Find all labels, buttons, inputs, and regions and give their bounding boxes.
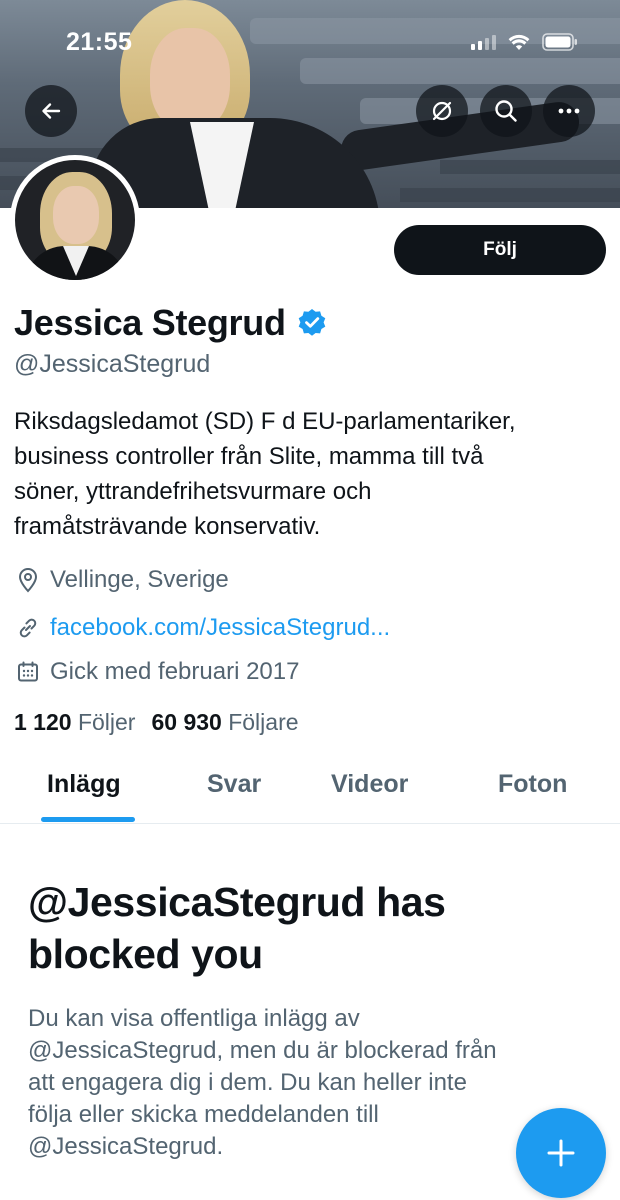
following-label: Följer bbox=[77, 709, 136, 735]
tabs-divider bbox=[0, 823, 620, 824]
back-button[interactable] bbox=[25, 85, 77, 137]
blocked-text-line: @JessicaStegrud, men du är blockerad frå… bbox=[28, 1037, 497, 1064]
search-button[interactable] bbox=[480, 85, 532, 137]
status-icons bbox=[471, 33, 578, 51]
location-row: Vellinge, Sverige bbox=[16, 566, 229, 594]
following-count: 1 120 bbox=[14, 709, 72, 735]
more-button[interactable] bbox=[543, 85, 595, 137]
blocked-title-line: @JessicaStegrud has bbox=[28, 879, 446, 925]
bio-line: framåtsträvande konservativ. bbox=[14, 513, 321, 540]
signal-icon bbox=[471, 34, 496, 50]
search-icon bbox=[495, 100, 517, 122]
joined-row: Gick med februari 2017 bbox=[16, 658, 299, 686]
blocked-title: @JessicaStegrud has blocked you bbox=[28, 876, 598, 980]
display-name-row: Jessica Stegrud bbox=[14, 302, 328, 344]
blocked-description: Du kan visa offentliga inlägg av @Jessic… bbox=[28, 1003, 588, 1163]
blocked-text-line: följa eller skicka meddelanden till bbox=[28, 1101, 379, 1128]
location-pin-icon bbox=[18, 568, 38, 593]
joined-text: Gick med februari 2017 bbox=[50, 658, 300, 685]
wifi-icon bbox=[508, 34, 530, 51]
profile-tabs: Inlägg Svar Videor Foton bbox=[0, 770, 620, 824]
status-time: 21:55 bbox=[66, 28, 133, 56]
bio-line: business controller från Slite, mamma ti… bbox=[14, 443, 484, 470]
followers-count: 60 930 bbox=[151, 709, 222, 735]
profile-bio: Riksdagsledamot (SD) F d EU-parlamentari… bbox=[14, 404, 614, 544]
sync-off-button[interactable] bbox=[416, 85, 468, 137]
website-row[interactable]: facebook.com/JessicaStegrud... bbox=[16, 614, 390, 642]
bio-line: söner, yttrandefrihetsvurmare och bbox=[14, 478, 372, 505]
followers-label: Följare bbox=[228, 709, 299, 735]
bio-line: Riksdagsledamot (SD) F d EU-parlamentari… bbox=[14, 408, 516, 435]
active-tab-indicator bbox=[41, 817, 135, 822]
follow-counts: 1 120 Följer 60 930 Följare bbox=[14, 709, 299, 736]
followers-stat[interactable]: 60 930 Följare bbox=[151, 709, 298, 736]
tab-posts[interactable]: Inlägg bbox=[47, 770, 121, 799]
following-stat[interactable]: 1 120 Följer bbox=[14, 709, 135, 736]
battery-icon bbox=[542, 33, 578, 51]
blocked-text-line: @JessicaStegrud. bbox=[28, 1133, 224, 1160]
blocked-text-line: Du kan visa offentliga inlägg av bbox=[28, 1005, 360, 1032]
avatar[interactable] bbox=[10, 155, 140, 285]
tab-videos[interactable]: Videor bbox=[331, 770, 408, 799]
verified-badge-icon[interactable] bbox=[296, 307, 328, 339]
follow-button[interactable]: Följ bbox=[394, 225, 606, 275]
plus-icon bbox=[547, 1139, 575, 1167]
calendar-icon bbox=[18, 661, 38, 682]
profile-handle: @JessicaStegrud bbox=[14, 350, 211, 378]
location-text: Vellinge, Sverige bbox=[50, 566, 229, 593]
blocked-text-line: att engagera dig i dem. Du kan heller in… bbox=[28, 1069, 467, 1096]
link-icon bbox=[19, 618, 37, 638]
display-name: Jessica Stegrud bbox=[14, 302, 286, 343]
sync-off-icon bbox=[432, 101, 452, 121]
tab-photos[interactable]: Foton bbox=[498, 770, 567, 799]
back-arrow-icon bbox=[42, 103, 61, 119]
blocked-title-line: blocked you bbox=[28, 931, 263, 977]
compose-button[interactable] bbox=[516, 1108, 606, 1198]
tab-replies[interactable]: Svar bbox=[207, 770, 261, 799]
more-icon bbox=[558, 108, 580, 114]
website-link[interactable]: facebook.com/JessicaStegrud... bbox=[50, 614, 390, 642]
